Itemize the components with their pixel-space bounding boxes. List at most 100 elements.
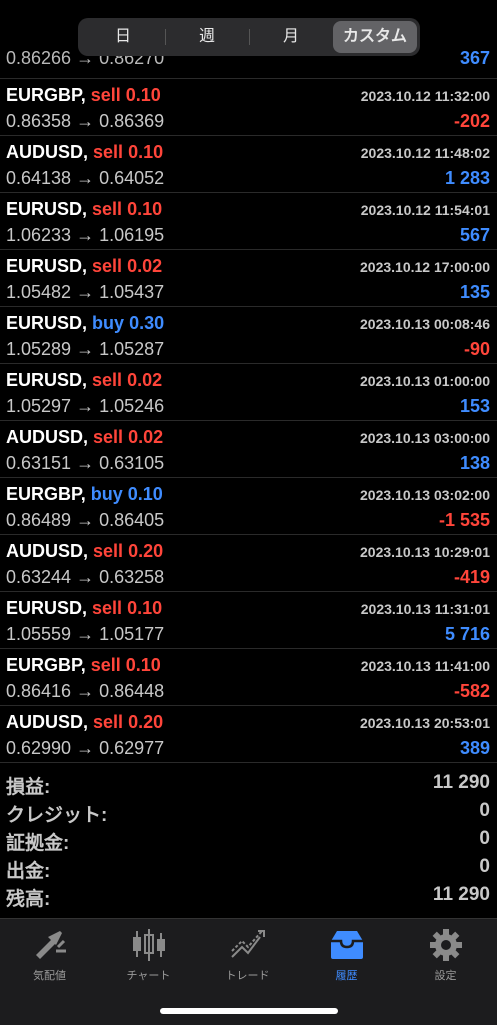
close-price: 0.62977	[99, 738, 165, 758]
open-price: 1.05559	[6, 624, 72, 644]
history-row[interactable]: EURUSD, sell 0.02 2023.10.13 01:00:00 1.05…	[0, 364, 497, 421]
tab-quotes-label: 気配値	[33, 970, 66, 982]
arrow-icon: →	[71, 282, 100, 302]
trade-volume: 0.10	[127, 598, 163, 618]
trade-time: 2023.10.12 11:54:01	[360, 202, 490, 218]
summary-value: 11 290	[432, 772, 490, 793]
trade-profit: 1 283	[444, 168, 490, 188]
trade-volume: 0.20	[128, 541, 164, 561]
trade-symbol: EURGBP,	[6, 85, 86, 105]
trade-time: 2023.10.13 20:53:01	[360, 715, 490, 731]
trade-volume: 0.10	[125, 85, 161, 105]
tab-chart[interactable]: チャート	[99, 927, 198, 983]
history-row[interactable]: EURUSD, sell 0.10 2023.10.13 11:31:01 1.05…	[0, 592, 497, 649]
trade-title: EURGBP, sell 0.10	[6, 85, 161, 106]
trade-volume: 0.30	[129, 313, 165, 333]
open-price: 1.05297	[6, 396, 72, 416]
trade-title: EURGBP, buy 0.10	[6, 484, 163, 505]
trade-title: AUDUSD, sell 0.02	[6, 427, 163, 448]
history-row[interactable]: AUDUSD, sell 0.02 2023.10.13 03:00:00 0.63…	[0, 421, 497, 478]
arrow-icon: →	[71, 396, 100, 416]
trade-profit: 389	[459, 738, 490, 758]
trade-symbol: EURUSD,	[6, 370, 88, 390]
tab-trade-label: トレード	[225, 970, 270, 982]
history-row[interactable]: AUDUSD, sell 0.20 2023.10.13 10:29:01 0.63…	[0, 535, 497, 592]
trade-type: sell	[90, 85, 121, 105]
arrow-icon: →	[71, 168, 100, 188]
summary-label: 損益:	[6, 777, 51, 798]
close-price: 1.06195	[99, 225, 165, 245]
arrow-icon: →	[71, 339, 100, 359]
summary-value: 11 290	[432, 884, 490, 905]
trade-profit: -582	[453, 681, 490, 701]
history-row[interactable]: EURGBP, sell 0.10 2023.10.13 11:41:00 0.86…	[0, 649, 497, 706]
partial-profit: 367	[459, 50, 490, 68]
trade-title: AUDUSD, sell 0.20	[6, 712, 163, 733]
trade-profit: -1 535	[438, 510, 490, 530]
trade-time: 2023.10.13 10:29:01	[360, 544, 490, 560]
trade-volume: 0.02	[128, 427, 164, 447]
trade-title: EURUSD, buy 0.30	[6, 313, 164, 334]
account-summary: 損益: 11 290 クレジット: 0 証拠金: 0 出金: 0 残高: 11 290	[0, 772, 497, 912]
trade-type: sell	[93, 427, 124, 447]
close-price: 1.05287	[99, 339, 165, 359]
history-list[interactable]: 0.86266 → 0.86270 367 EURGBP, sell 0.10 2…	[0, 50, 497, 763]
tab-quotes[interactable]: 気配値	[0, 927, 99, 983]
open-price: 0.86358	[6, 111, 72, 131]
summary-row: クレジット: 0	[0, 800, 497, 828]
trade-type: sell	[93, 541, 124, 561]
segment-week[interactable]: 週	[165, 21, 249, 53]
trade-title: EURUSD, sell 0.02	[6, 370, 162, 391]
history-row[interactable]: EURUSD, buy 0.30 2023.10.13 00:08:46 1.052…	[0, 307, 497, 364]
summary-label: クレジット:	[6, 805, 108, 826]
history-row[interactable]: EURUSD, sell 0.02 2023.10.12 17:00:00 1.05…	[0, 250, 497, 307]
trade-volume: 0.10	[128, 142, 164, 162]
trade-title: EURUSD, sell 0.10	[6, 598, 162, 619]
arrow-icon: →	[71, 111, 100, 131]
tab-history[interactable]: 履歴	[297, 927, 396, 983]
close-price: 0.64052	[99, 168, 165, 188]
trade-symbol: AUDUSD,	[6, 427, 89, 447]
history-row[interactable]: EURGBP, sell 0.10 2023.10.12 11:32:00 0.86…	[0, 79, 497, 136]
history-row[interactable]: EURUSD, sell 0.10 2023.10.12 11:54:01 1.06…	[0, 193, 497, 250]
trade-time: 2023.10.13 11:31:01	[360, 601, 490, 617]
trade-time: 2023.10.13 03:00:00	[360, 430, 490, 446]
trade-type: buy	[92, 313, 125, 333]
tab-trade[interactable]: トレード	[198, 927, 297, 983]
open-price: 1.06233	[6, 225, 72, 245]
tab-history-label: 履歴	[335, 970, 358, 982]
trade-symbol: AUDUSD,	[6, 712, 89, 732]
open-price: 0.62990	[6, 738, 72, 758]
summary-value: 0	[479, 828, 490, 849]
quotes-icon	[35, 931, 66, 959]
summary-row: 残高: 11 290	[0, 884, 497, 912]
trade-prices: 1.06233 → 1.06195	[6, 225, 164, 246]
trade-prices: 0.64138 → 0.64052	[6, 168, 164, 189]
trade-prices: 0.86358 → 0.86369	[6, 111, 164, 132]
trade-prices: 1.05482 → 1.05437	[6, 282, 164, 303]
segment-custom[interactable]: カスタム	[333, 21, 417, 53]
tab-chart-label: チャート	[126, 970, 171, 982]
summary-label: 出金:	[6, 861, 51, 882]
arrow-icon: →	[71, 510, 100, 530]
trade-prices: 0.63244 → 0.63258	[6, 567, 164, 588]
segment-month[interactable]: 月	[249, 21, 333, 53]
trade-profit: -90	[463, 339, 490, 359]
trade-symbol: AUDUSD,	[6, 142, 89, 162]
trade-time: 2023.10.12 11:48:02	[360, 145, 490, 161]
trade-title: AUDUSD, sell 0.10	[6, 142, 163, 163]
tab-settings[interactable]: 設定	[396, 927, 495, 983]
trade-volume: 0.10	[127, 199, 163, 219]
trade-time: 2023.10.13 03:02:00	[360, 487, 490, 503]
open-price: 0.64138	[6, 168, 72, 188]
trade-symbol: EURUSD,	[6, 199, 88, 219]
history-row[interactable]: AUDUSD, sell 0.10 2023.10.12 11:48:02 0.64…	[0, 136, 497, 193]
trade-profit: 135	[459, 282, 490, 302]
history-row[interactable]: AUDUSD, sell 0.20 2023.10.13 20:53:01 0.62…	[0, 706, 497, 763]
trade-volume: 0.02	[127, 370, 163, 390]
segment-day[interactable]: 日	[81, 21, 165, 53]
close-price: 0.86448	[99, 681, 165, 701]
history-row[interactable]: EURGBP, buy 0.10 2023.10.13 03:02:00 0.864…	[0, 478, 497, 535]
summary-label: 証拠金:	[6, 833, 70, 854]
arrow-icon: →	[71, 453, 100, 473]
